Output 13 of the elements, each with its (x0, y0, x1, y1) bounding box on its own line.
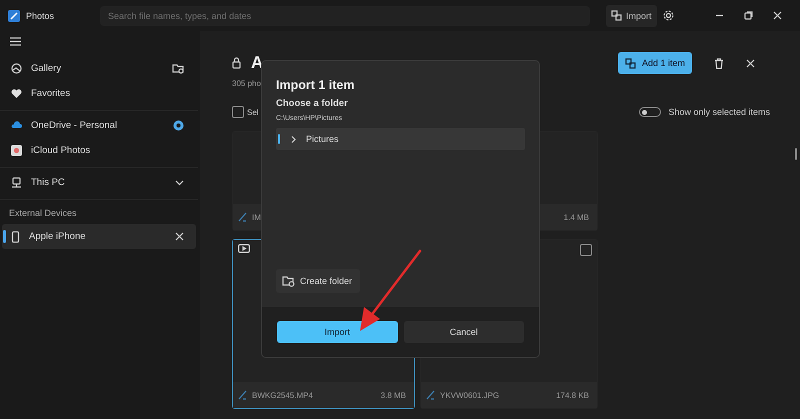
dialog-title: Import 1 item (276, 78, 356, 92)
app-title: Photos (26, 10, 56, 20)
toggle-label: Show only selected items (668, 107, 770, 117)
photo-count: 305 pho (232, 79, 261, 88)
file-size: 1.4 MB (564, 212, 589, 222)
dialog-subtitle: Choose a folder (276, 98, 349, 109)
section-heading: External Devices (8, 207, 78, 220)
file-name: IM (252, 212, 262, 222)
select-all-label: Sel (247, 108, 259, 116)
file-size: 174.8 KB (556, 390, 589, 400)
file-size: 3.8 MB (380, 390, 406, 400)
file-name: BWKG2545.MP4 (252, 390, 314, 400)
file-name: YKVW0601.JPG (440, 390, 500, 400)
